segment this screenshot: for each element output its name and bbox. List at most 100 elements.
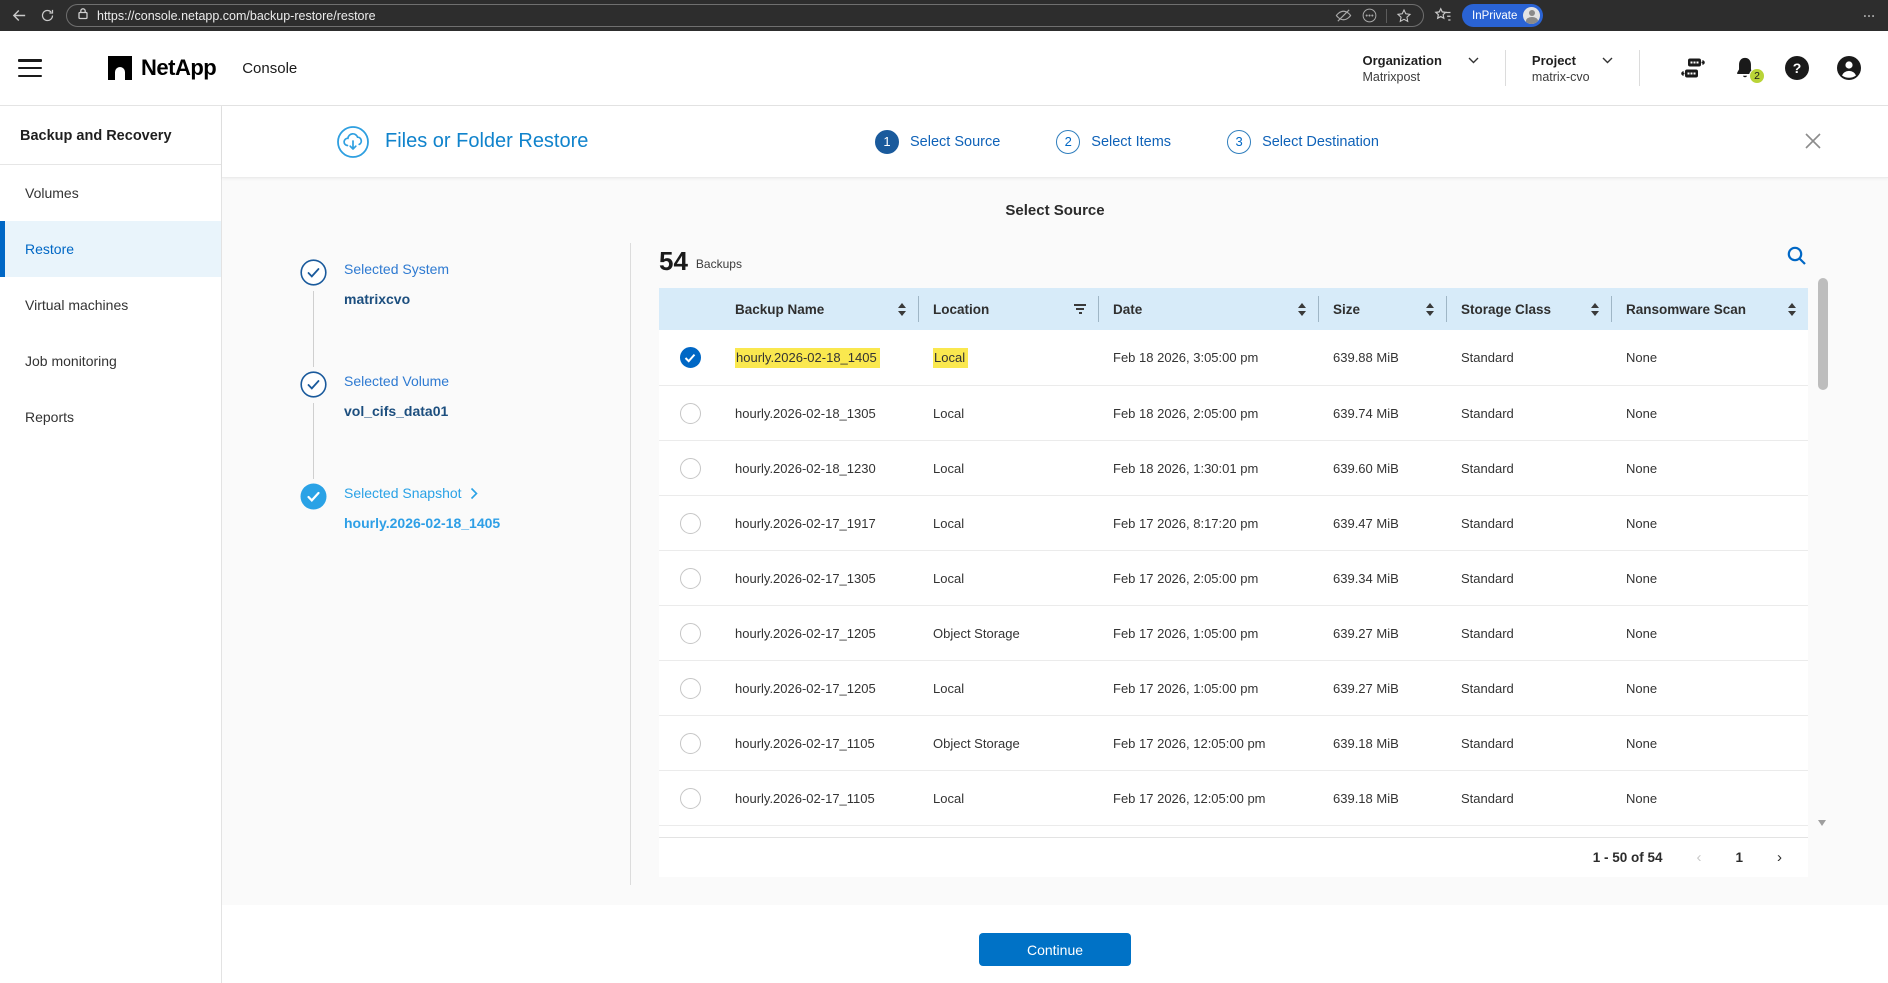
- backups-panel: 54 Backups Backup Name Location Date Siz…: [659, 239, 1808, 887]
- location-cell: Local: [933, 460, 965, 476]
- date-cell: Feb 17 2026, 1:05:00 pm: [1113, 625, 1259, 641]
- table-row[interactable]: hourly.2026-02-17_1105 Local Feb 17 2026…: [659, 770, 1808, 825]
- netapp-logo-text: NetApp: [141, 55, 217, 80]
- sidebar-item-restore[interactable]: Restore: [0, 221, 221, 277]
- column-header-size[interactable]: Size: [1319, 296, 1447, 322]
- location-cell: Local: [933, 790, 965, 806]
- radio-button[interactable]: [679, 402, 701, 424]
- sort-icon[interactable]: [890, 302, 906, 316]
- backup-name-cell: hourly.2026-02-18_1405: [735, 347, 880, 368]
- search-icon[interactable]: [1786, 245, 1808, 274]
- app-name: Console: [242, 59, 298, 77]
- wizard-step-select-destination[interactable]: 3 Select Destination: [1227, 129, 1379, 154]
- size-cell: 639.74 MiB: [1333, 405, 1399, 421]
- column-header-select: [659, 296, 721, 322]
- hamburger-menu-icon[interactable]: [18, 59, 42, 77]
- filter-icon[interactable]: [1066, 303, 1086, 315]
- location-cell: Local: [933, 680, 965, 696]
- column-label: Ransomware Scan: [1626, 301, 1747, 317]
- sort-icon[interactable]: [1583, 302, 1599, 316]
- browser-chrome: InPrivate: [0, 0, 1888, 31]
- ransomware-scan-cell: None: [1626, 680, 1658, 696]
- sort-icon[interactable]: [1418, 302, 1434, 316]
- tracking-prevention-icon[interactable]: [1334, 7, 1352, 25]
- favorite-star-icon[interactable]: [1395, 7, 1413, 25]
- url-input[interactable]: [97, 8, 1326, 23]
- inprivate-badge[interactable]: InPrivate: [1462, 4, 1544, 27]
- radio-button[interactable]: [679, 567, 701, 589]
- project-selector[interactable]: Project matrix-cvo: [1506, 53, 1639, 84]
- ransomware-scan-cell: None: [1626, 350, 1658, 365]
- date-cell: Feb 17 2026, 2:05:00 pm: [1113, 570, 1259, 586]
- scrollbar-thumb[interactable]: [1818, 278, 1828, 390]
- column-label: Size: [1333, 301, 1361, 317]
- table-row[interactable]: hourly.2026-02-17_1105 Object Storage Fe…: [659, 715, 1808, 770]
- sidebar-item-volumes[interactable]: Volumes: [0, 165, 221, 221]
- sort-icon[interactable]: [1290, 302, 1306, 316]
- stepper-selected-snapshot: Selected Snapshot hourly.2026-02-18_1405: [300, 483, 630, 597]
- size-cell: 639.27 MiB: [1333, 625, 1399, 641]
- selected-snapshot-link[interactable]: Selected Snapshot: [344, 485, 630, 501]
- stepper-label: Selected System: [344, 261, 450, 277]
- column-header-date[interactable]: Date: [1099, 296, 1319, 322]
- project-label: Project: [1531, 52, 1576, 68]
- stepper-selected-system: Selected System matrixcvo: [300, 259, 630, 373]
- wizard-step-select-items[interactable]: 2 Select Items: [1056, 129, 1172, 154]
- column-header-backup-name[interactable]: Backup Name: [721, 296, 919, 322]
- notifications-bell-icon[interactable]: 2: [1732, 55, 1765, 84]
- size-cell: 639.60 MiB: [1333, 460, 1399, 476]
- date-cell: Feb 17 2026, 12:05:00 pm: [1113, 790, 1266, 806]
- table-row[interactable]: hourly.2026-02-17_1205 Local Feb 17 2026…: [659, 660, 1808, 715]
- close-icon[interactable]: [1802, 130, 1824, 157]
- table-row[interactable]: hourly.2026-02-18_1405 Local Feb 18 2026…: [659, 330, 1808, 385]
- radio-button[interactable]: [679, 512, 701, 534]
- table-row[interactable]: hourly.2026-02-18_1230 Local Feb 18 2026…: [659, 440, 1808, 495]
- selected-snapshot-value: hourly.2026-02-18_1405: [344, 515, 501, 531]
- continue-button[interactable]: Continue: [979, 933, 1131, 966]
- step-label: Select Items: [1091, 133, 1172, 150]
- sort-icon[interactable]: [1780, 302, 1796, 316]
- pagination-next-icon[interactable]: ›: [1777, 850, 1782, 865]
- column-header-location[interactable]: Location: [919, 296, 1099, 322]
- browser-back-icon[interactable]: [10, 7, 28, 25]
- table-row[interactable]: hourly.2026-02-18_1305 Local Feb 18 2026…: [659, 385, 1808, 440]
- pagination-page-number[interactable]: 1: [1735, 850, 1743, 865]
- browser-menu-icon[interactable]: [1860, 7, 1878, 25]
- stepper-label: Selected Volume: [344, 373, 450, 389]
- column-header-ransomware-scan[interactable]: Ransomware Scan: [1612, 296, 1808, 322]
- connector-icon[interactable]: [1680, 55, 1706, 81]
- help-icon[interactable]: ?: [1784, 55, 1810, 81]
- lock-icon: [77, 7, 89, 25]
- table-row[interactable]: hourly.2026-02-17_1305 Local Feb 17 2026…: [659, 550, 1808, 605]
- radio-button[interactable]: [679, 457, 701, 479]
- column-header-storage-class[interactable]: Storage Class: [1447, 296, 1612, 322]
- backup-name-cell: hourly.2026-02-18_1230: [735, 460, 876, 476]
- selected-system-value: matrixcvo: [344, 291, 411, 307]
- chevron-down-icon: [1602, 57, 1613, 63]
- radio-button[interactable]: [679, 787, 701, 809]
- sidebar-item-reports[interactable]: Reports: [0, 389, 221, 445]
- date-cell: Feb 18 2026, 1:30:01 pm: [1113, 460, 1259, 476]
- sidebar-item-virtual-machines[interactable]: Virtual machines: [0, 277, 221, 333]
- table-row[interactable]: hourly.2026-02-17_1205 Object Storage Fe…: [659, 605, 1808, 660]
- sidebar-item-job-monitoring[interactable]: Job monitoring: [0, 333, 221, 389]
- restore-cloud-icon: [337, 125, 369, 158]
- divider: [630, 243, 631, 885]
- browser-refresh-icon[interactable]: [38, 7, 56, 25]
- radio-button[interactable]: [679, 622, 701, 644]
- storage-class-cell: Standard: [1461, 735, 1514, 751]
- table-row[interactable]: hourly.2026-02-17_1917 Local Feb 17 2026…: [659, 495, 1808, 550]
- radio-button[interactable]: [679, 347, 701, 368]
- pagination-prev-icon[interactable]: ‹: [1696, 850, 1701, 865]
- radio-button[interactable]: [679, 732, 701, 754]
- reader-more-icon[interactable]: [1360, 7, 1378, 25]
- account-icon[interactable]: [1836, 55, 1862, 81]
- organization-selector[interactable]: Organization Matrixpost: [1336, 53, 1504, 84]
- radio-button[interactable]: [679, 677, 701, 699]
- location-cell: Local: [933, 515, 965, 531]
- wizard-step-select-source[interactable]: 1 Select Source: [875, 129, 1000, 154]
- favorites-hub-icon[interactable]: [1434, 7, 1452, 25]
- address-bar[interactable]: [66, 4, 1424, 27]
- storage-class-cell: Standard: [1461, 790, 1514, 806]
- scrollbar-down-arrow[interactable]: [1818, 820, 1826, 826]
